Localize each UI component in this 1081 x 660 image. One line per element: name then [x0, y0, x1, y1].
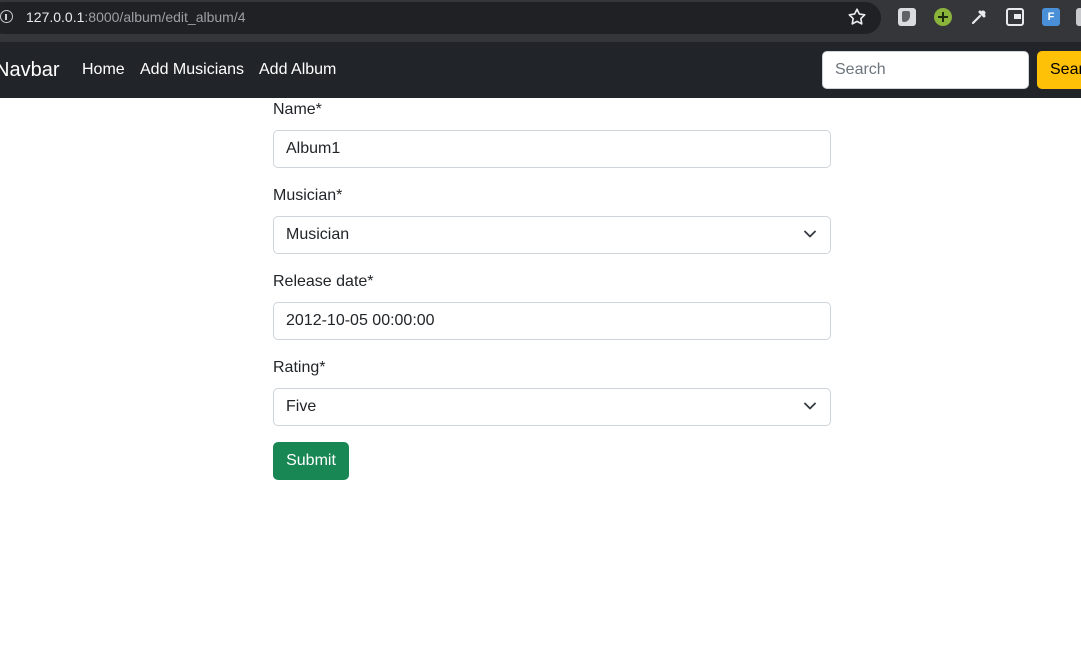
submit-button[interactable]: Submit: [273, 442, 349, 480]
nav-home-link[interactable]: Home: [82, 61, 125, 79]
nav-add-musicians-link[interactable]: Add Musicians: [140, 61, 244, 79]
musician-select[interactable]: Musician: [273, 216, 831, 254]
browser-toolbar: 127.0.0.1:8000/album/edit_album/4 F: [0, 0, 1081, 42]
navbar: Navbar Home Add Musicians Add Album Sear…: [0, 42, 1081, 98]
name-label: Name*: [273, 101, 322, 118]
name-input[interactable]: Album1: [273, 130, 831, 168]
search-input[interactable]: [822, 51, 1029, 89]
site-info-icon[interactable]: [0, 10, 13, 23]
add-extension-icon[interactable]: [934, 8, 952, 26]
chevron-down-icon: [804, 402, 816, 410]
chevron-down-icon: [804, 230, 816, 238]
fi-extension-icon[interactable]: F: [1042, 8, 1060, 26]
musician-label: Musician*: [273, 187, 343, 204]
eyedropper-icon[interactable]: [970, 8, 988, 26]
rating-select[interactable]: Five: [273, 388, 831, 426]
url-path: :8000/album/edit_album/4: [84, 9, 246, 25]
release-date-input[interactable]: 2012-10-05 00:00:00: [273, 302, 831, 340]
more-extensions-icon[interactable]: [1076, 8, 1081, 26]
url-text[interactable]: 127.0.0.1:8000/album/edit_album/4: [26, 9, 246, 25]
search-button[interactable]: Search: [1037, 51, 1081, 89]
url-host: 127.0.0.1: [26, 9, 85, 25]
bookmark-star-icon[interactable]: [846, 6, 868, 28]
window-extension-icon[interactable]: [1006, 8, 1024, 26]
rating-selected-value: Five: [286, 398, 317, 415]
nav-add-album-link[interactable]: Add Album: [259, 61, 336, 79]
navbar-brand[interactable]: Navbar: [0, 59, 59, 82]
extension-icon[interactable]: [898, 8, 916, 26]
musician-selected-value: Musician: [286, 226, 350, 243]
rating-label: Rating*: [273, 359, 326, 376]
release-date-label: Release date*: [273, 273, 374, 290]
